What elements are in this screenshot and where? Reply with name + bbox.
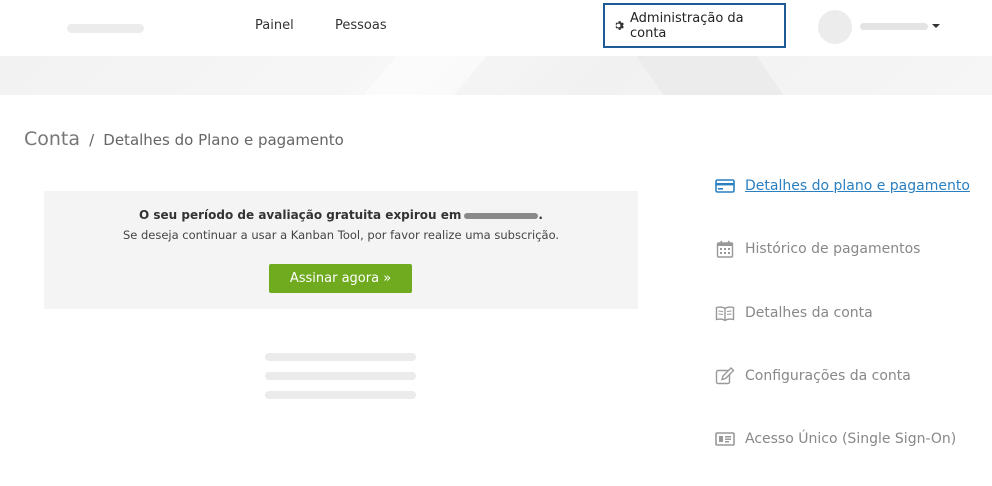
side-menu-account-details[interactable]: Detalhes da conta [715, 303, 873, 323]
nav-link-pessoas[interactable]: Pessoas [335, 18, 387, 34]
breadcrumb-root[interactable]: Conta [24, 128, 80, 150]
redacted-date [464, 212, 539, 219]
logo-placeholder[interactable] [67, 24, 144, 33]
side-menu-payment-history[interactable]: Histórico de pagamentos [715, 239, 920, 259]
subscribe-now-button[interactable]: Assinar agora » [269, 264, 412, 293]
calendar-icon [715, 239, 735, 259]
side-menu-label: Detalhes da conta [745, 305, 873, 321]
loading-placeholder [265, 372, 416, 380]
side-menu-plan-payment[interactable]: Detalhes do plano e pagamento [715, 176, 970, 196]
banner-decoration [636, 56, 784, 95]
trial-expired-notice: O seu período de avaliação gratuita expi… [44, 191, 638, 309]
username-placeholder[interactable] [860, 23, 928, 30]
side-menu-label: Histórico de pagamentos [745, 241, 921, 257]
trial-expired-period: . [538, 208, 543, 222]
side-menu-single-sign-on[interactable]: Acesso Único (Single Sign-On) [715, 429, 956, 449]
page-banner [0, 56, 992, 95]
edit-icon [715, 366, 735, 386]
top-navigation-bar: Painel Pessoas Administração da conta [0, 0, 992, 56]
side-menu-account-settings[interactable]: Configurações da conta [715, 366, 911, 386]
loading-placeholder [265, 391, 416, 399]
account-admin-button[interactable]: Administração da conta [603, 3, 786, 48]
banner-decoration [363, 56, 487, 95]
book-icon [715, 303, 735, 323]
chevron-down-icon[interactable] [932, 24, 940, 28]
side-menu-label: Configurações da conta [745, 368, 911, 384]
id-card-icon [715, 429, 735, 449]
avatar[interactable] [818, 10, 852, 44]
trial-expired-message: O seu período de avaliação gratuita expi… [44, 208, 638, 222]
account-admin-label: Administração da conta [629, 10, 744, 41]
trial-expired-text: O seu período de avaliação gratuita expi… [139, 208, 462, 222]
nav-link-painel[interactable]: Painel [255, 18, 294, 34]
side-menu-label: Acesso Único (Single Sign-On) [745, 431, 957, 447]
breadcrumb-separator: / [89, 131, 95, 149]
loading-placeholder [265, 353, 416, 361]
credit-card-icon [715, 176, 735, 196]
subscribe-prompt: Se deseja continuar a usar a Kanban Tool… [122, 228, 560, 242]
gear-icon [615, 21, 624, 30]
breadcrumb: Conta / Detalhes do Plano e pagamento [24, 128, 344, 150]
breadcrumb-current: Detalhes do Plano e pagamento [103, 131, 344, 149]
side-menu-label: Detalhes do plano e pagamento [745, 178, 970, 194]
